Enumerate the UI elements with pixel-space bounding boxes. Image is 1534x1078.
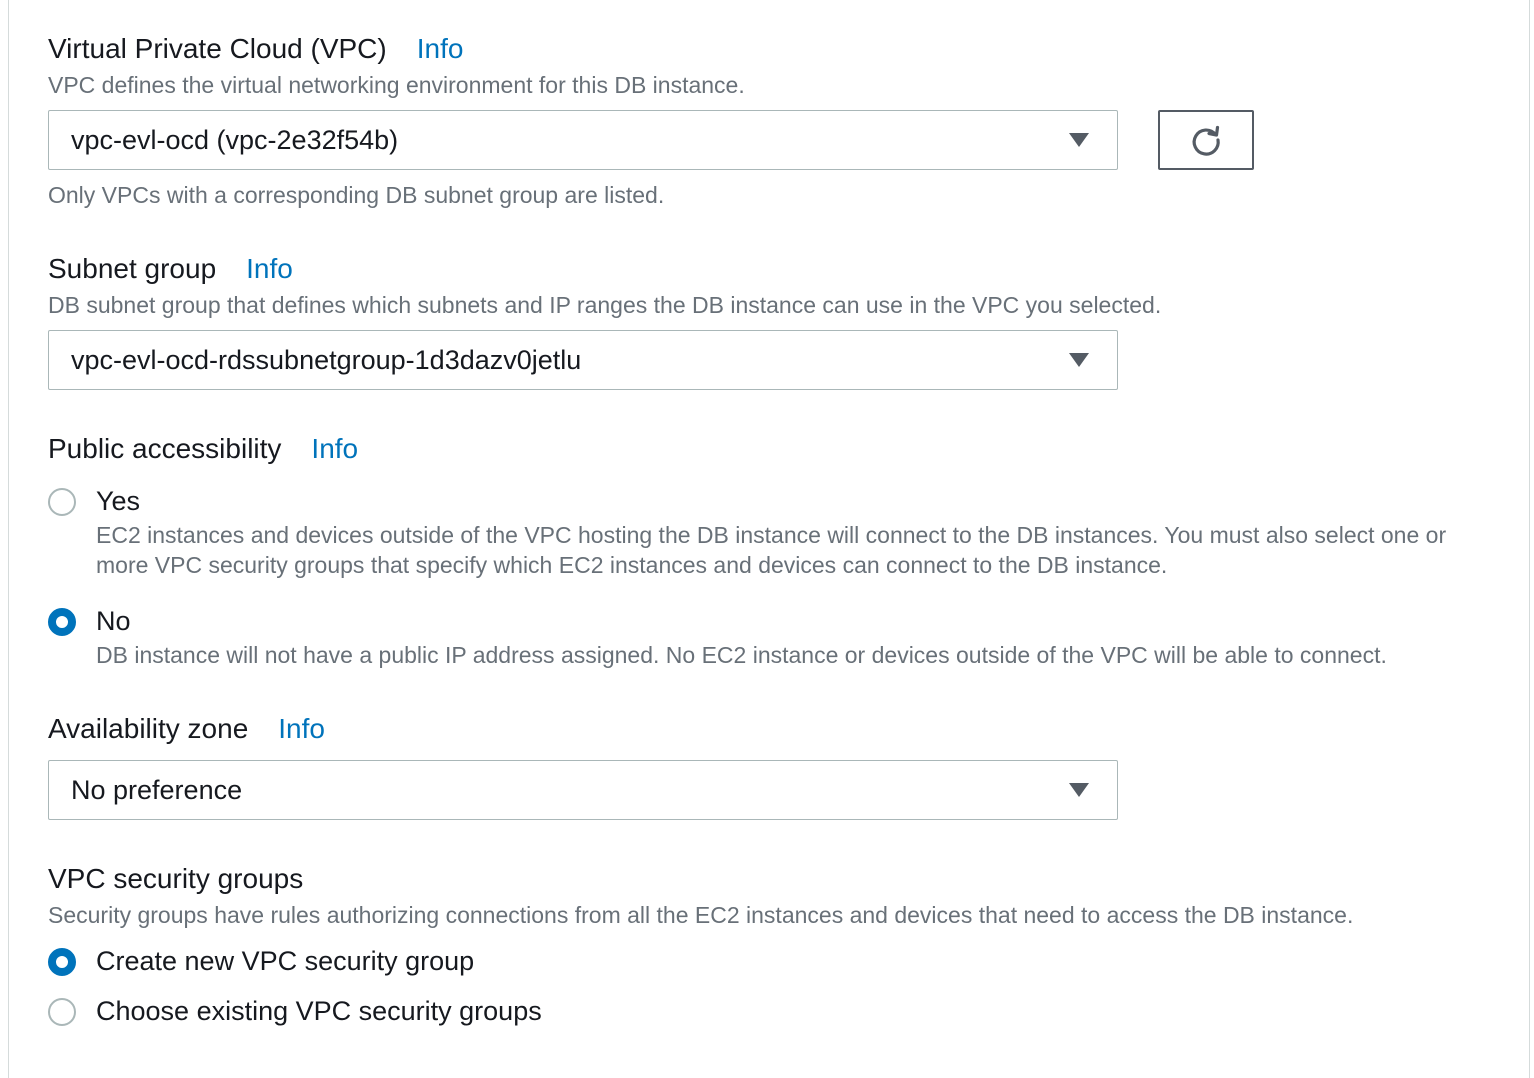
- vpc-description: VPC defines the virtual networking envir…: [48, 72, 745, 98]
- refresh-vpc-button[interactable]: [1158, 110, 1254, 170]
- radio-unchecked-icon[interactable]: [48, 997, 76, 1026]
- public-access-yes-description: EC2 instances and devices outside of the…: [96, 522, 1447, 578]
- az-select-value: No preference: [71, 774, 243, 805]
- public-access-label-row: Public accessibility Info: [48, 432, 358, 466]
- vpc-label: Virtual Private Cloud (VPC): [48, 33, 387, 64]
- subnet-group-select[interactable]: vpc-evl-ocd-rdssubnetgroup-1d3dazv0jetlu: [48, 330, 1118, 390]
- radio-checked-icon[interactable]: [48, 607, 76, 636]
- public-access-yes-label: Yes: [96, 486, 141, 516]
- radio-checked-icon[interactable]: [48, 947, 76, 976]
- vpc-select-value: vpc-evl-ocd (vpc-2e32f54b): [71, 124, 399, 155]
- create-security-group-option[interactable]: Create new VPC security group: [48, 946, 474, 977]
- vpc-field-label-row: Virtual Private Cloud (VPC) Info: [48, 32, 463, 66]
- vpc-select[interactable]: vpc-evl-ocd (vpc-2e32f54b): [48, 110, 1118, 170]
- subnet-field-label-row: Subnet group Info: [48, 252, 293, 286]
- public-access-label: Public accessibility: [48, 433, 282, 464]
- caret-down-icon: [1069, 783, 1089, 797]
- public-access-yes-option[interactable]: Yes: [48, 486, 140, 517]
- az-info-link[interactable]: Info: [278, 712, 325, 746]
- vpc-hint: Only VPCs with a corresponding DB subnet…: [48, 182, 665, 208]
- choose-existing-security-group-option[interactable]: Choose existing VPC security groups: [48, 996, 542, 1027]
- security-groups-label: VPC security groups: [48, 863, 304, 894]
- radio-unchecked-icon[interactable]: [48, 487, 76, 516]
- vpc-info-link[interactable]: Info: [417, 32, 464, 66]
- public-access-info-link[interactable]: Info: [311, 432, 358, 466]
- security-groups-label-row: VPC security groups: [48, 862, 303, 896]
- az-label-row: Availability zone Info: [48, 712, 325, 746]
- az-label: Availability zone: [48, 713, 249, 744]
- public-access-no-label: No: [96, 606, 131, 636]
- choose-existing-security-group-label: Choose existing VPC security groups: [96, 996, 542, 1026]
- refresh-icon: [1192, 125, 1220, 156]
- subnet-label: Subnet group: [48, 253, 217, 284]
- subnet-description: DB subnet group that defines which subne…: [48, 292, 1162, 318]
- subnet-info-link[interactable]: Info: [246, 252, 293, 286]
- public-access-no-description: DB instance will not have a public IP ad…: [96, 642, 1387, 668]
- security-groups-description: Security groups have rules authorizing c…: [48, 902, 1354, 928]
- public-access-no-option[interactable]: No: [48, 606, 131, 637]
- subnet-select-value: vpc-evl-ocd-rdssubnetgroup-1d3dazv0jetlu: [71, 344, 582, 375]
- caret-down-icon: [1069, 353, 1089, 367]
- availability-zone-select[interactable]: No preference: [48, 760, 1118, 820]
- caret-down-icon: [1069, 133, 1089, 147]
- create-security-group-label: Create new VPC security group: [96, 946, 475, 976]
